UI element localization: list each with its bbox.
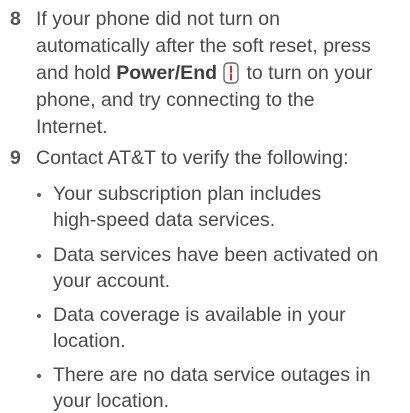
step-8-line-2: automatically after the soft reset, pres… (36, 35, 371, 57)
step-number: 9 (10, 147, 21, 169)
step-8-line-4: phone, and try connecting to the (36, 89, 315, 111)
step-8-line-5: Internet. (36, 116, 108, 138)
step-8-line-1: If your phone did not turn on (36, 8, 280, 30)
bullet-1-line-2: high-speed data services. (53, 209, 276, 231)
step-number: 8 (10, 8, 21, 30)
step-8-line-3-pre: and hold (36, 62, 117, 84)
bullet-4-line-2: your location. (53, 390, 169, 412)
bullet-4-line-1: There are no data service outages in (53, 364, 371, 386)
step-9-intro: Contact AT&T to verify the following: (36, 147, 349, 169)
step-8-line-3: and hold Power/End to turn on your (36, 61, 372, 90)
bullet-dot (37, 314, 41, 318)
bullet-3-line-2: location. (53, 330, 126, 352)
bullet-1-line-1: Your subscription plan includes (53, 183, 322, 205)
bullet-dot (37, 193, 41, 197)
bullet-3-line-1: Data coverage is available in your (53, 304, 346, 326)
power-end-key-label: Power/End (116, 62, 218, 84)
bullet-2-line-1: Data services have been activated on (53, 244, 379, 266)
step-8-line-3-post: to turn on your (241, 62, 373, 84)
bullet-dot (37, 254, 41, 258)
bullet-2-line-2: your account. (53, 270, 171, 292)
bullet-dot (37, 374, 41, 378)
power-end-key-icon (223, 62, 239, 90)
